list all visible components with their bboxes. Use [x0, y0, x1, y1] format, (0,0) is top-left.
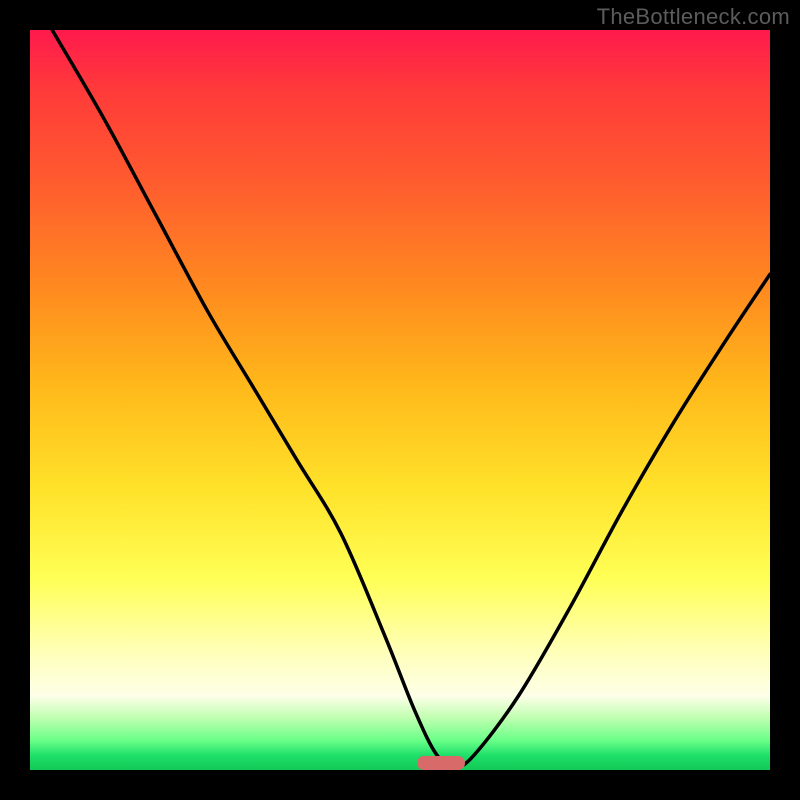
- chart-frame: TheBottleneck.com: [0, 0, 800, 800]
- curve-path: [52, 30, 770, 766]
- optimal-range-marker: [417, 756, 465, 770]
- plot-area: [30, 30, 770, 770]
- watermark-text: TheBottleneck.com: [597, 4, 790, 30]
- bottleneck-curve: [30, 30, 770, 770]
